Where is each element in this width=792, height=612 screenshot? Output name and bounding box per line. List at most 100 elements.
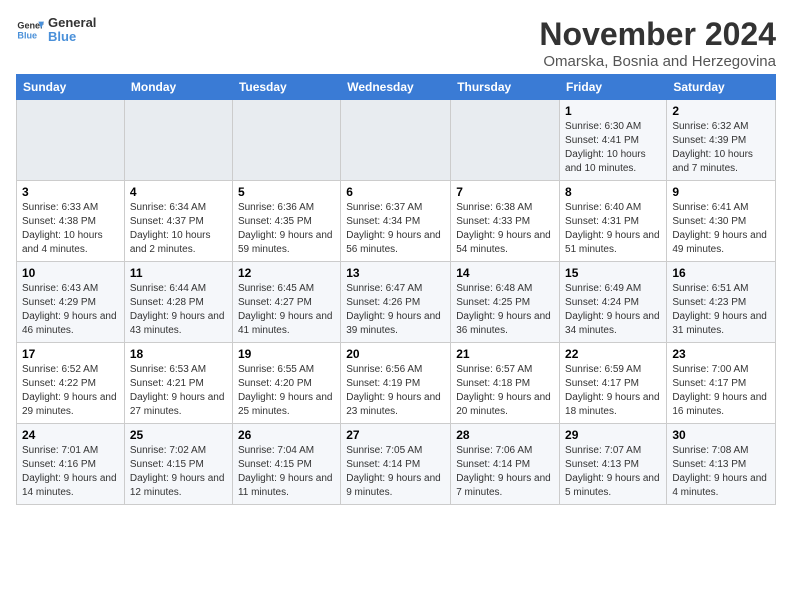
calendar-cell: 9 Sunrise: 6:41 AMSunset: 4:30 PMDaylight… [667, 181, 776, 262]
day-number: 22 [565, 347, 661, 361]
cell-info: Sunrise: 6:56 AMSunset: 4:19 PMDaylight:… [346, 363, 445, 419]
calendar-cell: 24 Sunrise: 7:01 AMSunset: 4:16 PMDayligh… [17, 424, 125, 505]
calendar-cell: 16 Sunrise: 6:51 AMSunset: 4:23 PMDayligh… [667, 262, 776, 343]
calendar-cell: 22Sunrise: 6:59 AMSunset: 4:17 PMDayligh… [560, 343, 667, 424]
day-number: 5 [238, 185, 335, 199]
calendar-cell: 25 Sunrise: 7:02 AMSunset: 4:15 PMDayligh… [124, 424, 232, 505]
cell-info: Sunrise: 6:51 AMSunset: 4:23 PMDaylight:… [672, 282, 770, 338]
calendar-cell: 5Sunrise: 6:36 AMSunset: 4:35 PMDaylight… [232, 181, 340, 262]
cell-info: Sunrise: 6:47 AMSunset: 4:26 PMDaylight:… [346, 282, 445, 338]
page-header: General Blue General Blue November 2024 … [16, 16, 776, 70]
day-number: 8 [565, 185, 661, 199]
cell-info: Sunrise: 6:52 AMSunset: 4:22 PMDaylight:… [22, 363, 119, 419]
cell-info: Sunrise: 6:41 AMSunset: 4:30 PMDaylight:… [672, 201, 770, 257]
weekday-header-row: SundayMondayTuesdayWednesdayThursdayFrid… [17, 75, 776, 100]
cell-info: Sunrise: 6:57 AMSunset: 4:18 PMDaylight:… [456, 363, 554, 419]
calendar-cell: 28Sunrise: 7:06 AMSunset: 4:14 PMDayligh… [451, 424, 560, 505]
day-number: 19 [238, 347, 335, 361]
day-number: 17 [22, 347, 119, 361]
cell-info: Sunrise: 6:49 AMSunset: 4:24 PMDaylight:… [565, 282, 661, 338]
day-number: 25 [130, 428, 227, 442]
calendar-cell: 21 Sunrise: 6:57 AMSunset: 4:18 PMDayligh… [451, 343, 560, 424]
weekday-header-thursday: Thursday [451, 75, 560, 100]
day-number: 18 [130, 347, 227, 361]
cell-info: Sunrise: 6:43 AMSunset: 4:29 PMDaylight:… [22, 282, 119, 338]
calendar-cell: 6 Sunrise: 6:37 AMSunset: 4:34 PMDaylight… [341, 181, 451, 262]
day-number: 21 [456, 347, 554, 361]
calendar-cell: 7Sunrise: 6:38 AMSunset: 4:33 PMDaylight… [451, 181, 560, 262]
day-number: 23 [672, 347, 770, 361]
cell-info: Sunrise: 6:44 AMSunset: 4:28 PMDaylight:… [130, 282, 227, 338]
week-row-2: 3 Sunrise: 6:33 AMSunset: 4:38 PMDaylight… [17, 181, 776, 262]
calendar-cell: 17 Sunrise: 6:52 AMSunset: 4:22 PMDayligh… [17, 343, 125, 424]
calendar-cell: 14Sunrise: 6:48 AMSunset: 4:25 PMDayligh… [451, 262, 560, 343]
logo-general: General [48, 15, 96, 30]
day-number: 9 [672, 185, 770, 199]
day-number: 7 [456, 185, 554, 199]
calendar-cell [232, 100, 340, 181]
calendar-cell: 23 Sunrise: 7:00 AMSunset: 4:17 PMDayligh… [667, 343, 776, 424]
calendar-cell [124, 100, 232, 181]
cell-info: Sunrise: 6:55 AMSunset: 4:20 PMDaylight:… [238, 363, 335, 419]
day-number: 11 [130, 266, 227, 280]
day-number: 26 [238, 428, 335, 442]
calendar-cell: 18Sunrise: 6:53 AMSunset: 4:21 PMDayligh… [124, 343, 232, 424]
cell-info: Sunrise: 6:37 AMSunset: 4:34 PMDaylight:… [346, 201, 445, 257]
svg-text:Blue: Blue [17, 31, 37, 41]
calendar-cell: 15Sunrise: 6:49 AMSunset: 4:24 PMDayligh… [560, 262, 667, 343]
day-number: 12 [238, 266, 335, 280]
calendar-table: SundayMondayTuesdayWednesdayThursdayFrid… [16, 74, 776, 505]
calendar-cell [17, 100, 125, 181]
weekday-header-wednesday: Wednesday [341, 75, 451, 100]
calendar-cell: 1Sunrise: 6:30 AMSunset: 4:41 PMDaylight… [560, 100, 667, 181]
cell-info: Sunrise: 7:01 AMSunset: 4:16 PMDaylight:… [22, 444, 119, 500]
cell-info: Sunrise: 7:07 AMSunset: 4:13 PMDaylight:… [565, 444, 661, 500]
cell-info: Sunrise: 7:00 AMSunset: 4:17 PMDaylight:… [672, 363, 770, 419]
month-title: November 2024 [539, 16, 776, 53]
week-row-3: 10 Sunrise: 6:43 AMSunset: 4:29 PMDayligh… [17, 262, 776, 343]
calendar-cell: 27 Sunrise: 7:05 AMSunset: 4:14 PMDayligh… [341, 424, 451, 505]
day-number: 6 [346, 185, 445, 199]
calendar-cell: 8 Sunrise: 6:40 AMSunset: 4:31 PMDaylight… [560, 181, 667, 262]
day-number: 28 [456, 428, 554, 442]
day-number: 4 [130, 185, 227, 199]
day-number: 24 [22, 428, 119, 442]
calendar-cell [451, 100, 560, 181]
calendar-cell: 4 Sunrise: 6:34 AMSunset: 4:37 PMDaylight… [124, 181, 232, 262]
logo: General Blue General Blue [16, 16, 96, 45]
title-block: November 2024 Omarska, Bosnia and Herzeg… [539, 16, 776, 70]
weekday-header-friday: Friday [560, 75, 667, 100]
day-number: 29 [565, 428, 661, 442]
calendar-cell: 3 Sunrise: 6:33 AMSunset: 4:38 PMDaylight… [17, 181, 125, 262]
logo-icon: General Blue [16, 16, 44, 44]
cell-info: Sunrise: 7:04 AMSunset: 4:15 PMDaylight:… [238, 444, 335, 500]
calendar-cell: 11 Sunrise: 6:44 AMSunset: 4:28 PMDayligh… [124, 262, 232, 343]
calendar-cell: 12 Sunrise: 6:45 AMSunset: 4:27 PMDayligh… [232, 262, 340, 343]
day-number: 13 [346, 266, 445, 280]
weekday-header-tuesday: Tuesday [232, 75, 340, 100]
weekday-header-monday: Monday [124, 75, 232, 100]
cell-info: Sunrise: 6:40 AMSunset: 4:31 PMDaylight:… [565, 201, 661, 257]
day-number: 20 [346, 347, 445, 361]
cell-info: Sunrise: 6:34 AMSunset: 4:37 PMDaylight:… [130, 201, 227, 257]
calendar-cell: 2Sunrise: 6:32 AMSunset: 4:39 PMDaylight… [667, 100, 776, 181]
calendar-cell [341, 100, 451, 181]
cell-info: Sunrise: 6:33 AMSunset: 4:38 PMDaylight:… [22, 201, 119, 257]
day-number: 14 [456, 266, 554, 280]
calendar-cell: 19 Sunrise: 6:55 AMSunset: 4:20 PMDayligh… [232, 343, 340, 424]
cell-info: Sunrise: 7:05 AMSunset: 4:14 PMDaylight:… [346, 444, 445, 500]
day-number: 27 [346, 428, 445, 442]
calendar-cell: 10 Sunrise: 6:43 AMSunset: 4:29 PMDayligh… [17, 262, 125, 343]
location-subtitle: Omarska, Bosnia and Herzegovina [539, 53, 776, 70]
logo-blue: Blue [48, 29, 76, 44]
day-number: 16 [672, 266, 770, 280]
day-number: 10 [22, 266, 119, 280]
day-number: 2 [672, 104, 770, 118]
cell-info: Sunrise: 6:45 AMSunset: 4:27 PMDaylight:… [238, 282, 335, 338]
calendar-cell: 13 Sunrise: 6:47 AMSunset: 4:26 PMDayligh… [341, 262, 451, 343]
cell-info: Sunrise: 6:30 AMSunset: 4:41 PMDaylight:… [565, 120, 661, 176]
week-row-1: 1Sunrise: 6:30 AMSunset: 4:41 PMDaylight… [17, 100, 776, 181]
day-number: 30 [672, 428, 770, 442]
cell-info: Sunrise: 7:02 AMSunset: 4:15 PMDaylight:… [130, 444, 227, 500]
day-number: 3 [22, 185, 119, 199]
